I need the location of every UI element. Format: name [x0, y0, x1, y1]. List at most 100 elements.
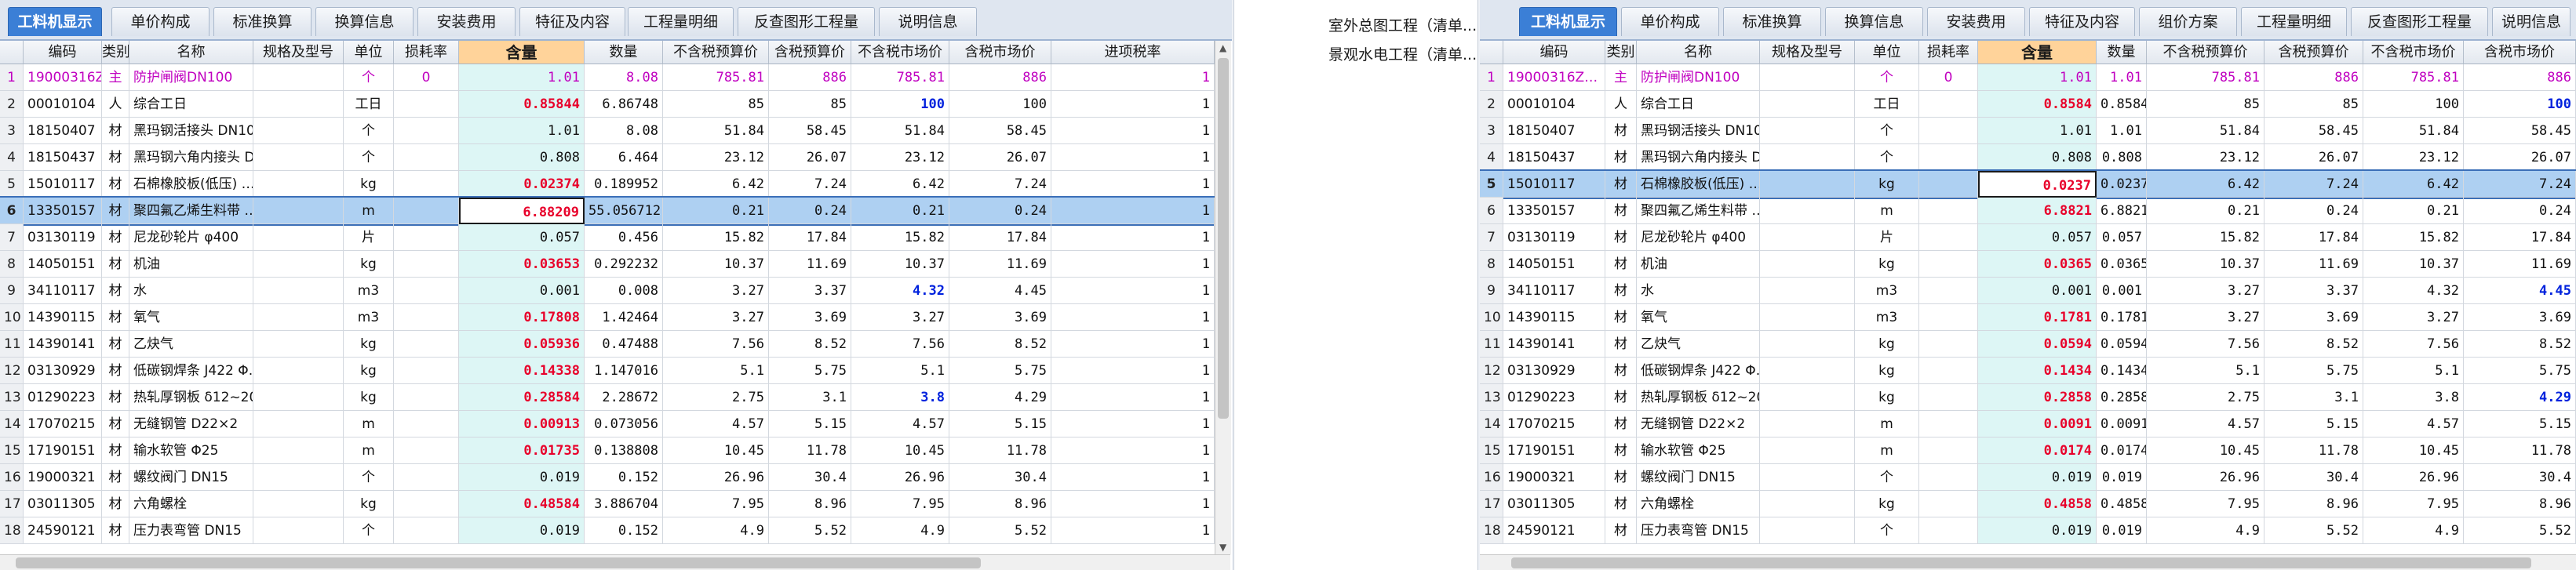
unit-cell[interactable]: 个	[344, 118, 394, 144]
unit-cell[interactable]: m	[1855, 411, 1919, 437]
market-price-incl-tax-cell[interactable]: 26.07	[2464, 144, 2576, 171]
name-cell[interactable]: 输水软管 Φ25	[1637, 437, 1760, 464]
input-tax-rate-cell[interactable]: 1	[1051, 251, 1215, 278]
content-cell[interactable]: 0.001	[1978, 278, 2097, 304]
spec-cell[interactable]	[253, 278, 344, 304]
loss-rate-cell[interactable]	[394, 144, 459, 171]
unit-cell[interactable]: 片	[344, 224, 394, 251]
loss-rate-cell[interactable]	[394, 358, 459, 384]
left-col-header-1[interactable]: 编码	[24, 41, 102, 64]
input-tax-rate-cell[interactable]: 1	[1051, 464, 1215, 491]
budget-price-excl-tax-cell[interactable]: 785.81	[663, 64, 769, 91]
unit-cell[interactable]: m	[344, 437, 394, 464]
left-col-header-6[interactable]: 损耗率	[394, 41, 459, 64]
loss-rate-cell[interactable]	[394, 384, 459, 411]
quantity-cell[interactable]: 0.073056	[585, 411, 663, 437]
quantity-cell[interactable]: 0.456	[585, 224, 663, 251]
left-horizontal-scroll-thumb[interactable]	[16, 557, 981, 568]
left-col-header-13[interactable]: 进项税率	[1051, 41, 1215, 64]
content-cell[interactable]: 0.0365	[1978, 251, 2097, 278]
budget-price-excl-tax-cell[interactable]: 26.96	[2147, 464, 2264, 491]
market-price-excl-tax-cell[interactable]: 3.27	[851, 304, 949, 331]
type-cell[interactable]: 材	[102, 198, 129, 224]
loss-rate-cell[interactable]	[1919, 118, 1978, 144]
table-row[interactable]: 5 15010117 材石棉橡胶板(低压) … kg 0.02374 0.189952 6.…	[0, 171, 1215, 198]
quantity-cell[interactable]: 0.0365	[2097, 251, 2147, 278]
loss-rate-cell[interactable]	[394, 171, 459, 198]
market-price-excl-tax-cell[interactable]: 23.12	[851, 144, 949, 171]
row-number[interactable]: 10	[1480, 304, 1503, 331]
content-cell[interactable]: 0.019	[459, 517, 585, 544]
row-number[interactable]: 7	[0, 224, 24, 251]
name-cell[interactable]: 乙炔气	[1637, 331, 1760, 358]
content-cell[interactable]: 0.1781	[1978, 304, 2097, 331]
table-row[interactable]: 15 17190151 材输水软管 Φ25 m 0.0174 0.0174 10.45 11.…	[1480, 437, 2576, 464]
content-cell[interactable]: 0.8584	[1978, 91, 2097, 118]
table-row[interactable]: 6 13350157 材聚四氟乙烯生料带 … m 6.88209 55.056712 0.2…	[0, 196, 1216, 226]
spec-cell[interactable]	[1760, 171, 1855, 198]
budget-price-excl-tax-cell[interactable]: 785.81	[2147, 64, 2264, 91]
budget-price-excl-tax-cell[interactable]: 4.9	[663, 517, 769, 544]
content-cell[interactable]: 0.057	[459, 224, 585, 251]
budget-price-incl-tax-cell[interactable]: 17.84	[769, 224, 851, 251]
quantity-cell[interactable]: 6.8821	[2097, 198, 2147, 224]
budget-price-excl-tax-cell[interactable]: 15.82	[663, 224, 769, 251]
type-cell[interactable]: 材	[102, 118, 129, 144]
content-cell[interactable]: 0.001	[459, 278, 585, 304]
spec-cell[interactable]	[253, 358, 344, 384]
right-col-header-10[interactable]: 含税预算价	[2264, 41, 2363, 64]
type-cell[interactable]: 材	[1605, 437, 1637, 464]
content-cell[interactable]: 6.88209	[459, 198, 585, 224]
row-number[interactable]: 5	[1480, 171, 1503, 198]
code-cell[interactable]: 18150407	[24, 118, 102, 144]
table-row[interactable]: 15 17190151 材输水软管 Φ25 m 0.01735 0.138808 10.45…	[0, 437, 1215, 464]
unit-cell[interactable]: kg	[1855, 331, 1919, 358]
quantity-cell[interactable]: 0.0237	[2097, 171, 2147, 198]
row-number[interactable]: 15	[1480, 437, 1503, 464]
left-col-header-12[interactable]: 含税市场价	[949, 41, 1051, 64]
name-cell[interactable]: 低碳钢焊条 J422 Φ…	[129, 358, 253, 384]
table-row[interactable]: 1 19000316Z… 主防护闸阀DN100 个 0 1.01 1.01 785.81 886…	[1480, 64, 2576, 91]
market-price-incl-tax-cell[interactable]: 8.96	[949, 491, 1051, 517]
loss-rate-cell[interactable]: 0	[394, 64, 459, 91]
name-cell[interactable]: 黑玛钢活接头 DN100	[129, 118, 253, 144]
name-cell[interactable]: 黑玛钢六角内接头 D…	[1637, 144, 1760, 171]
loss-rate-cell[interactable]	[394, 224, 459, 251]
input-tax-rate-cell[interactable]: 1	[1051, 91, 1215, 118]
budget-price-incl-tax-cell[interactable]: 17.84	[2264, 224, 2363, 251]
right-horizontal-scroll-thumb[interactable]	[1511, 557, 2531, 568]
budget-price-excl-tax-cell[interactable]: 10.45	[663, 437, 769, 464]
row-number[interactable]: 16	[1480, 464, 1503, 491]
budget-price-excl-tax-cell[interactable]: 7.95	[2147, 491, 2264, 517]
market-price-incl-tax-cell[interactable]: 11.78	[2464, 437, 2576, 464]
spec-cell[interactable]	[253, 118, 344, 144]
budget-price-excl-tax-cell[interactable]: 23.12	[663, 144, 769, 171]
content-cell[interactable]: 1.01	[1978, 64, 2097, 91]
input-tax-rate-cell[interactable]: 1	[1051, 304, 1215, 331]
type-cell[interactable]: 材	[102, 304, 129, 331]
market-price-excl-tax-cell[interactable]: 3.8	[2363, 384, 2464, 411]
content-cell[interactable]: 0.28584	[459, 384, 585, 411]
right-tab-7[interactable]: 组价方案	[2139, 7, 2237, 36]
code-cell[interactable]: 03130929	[1503, 358, 1605, 384]
budget-price-incl-tax-cell[interactable]: 886	[769, 64, 851, 91]
table-row[interactable]: 14 17070215 材无缝钢管 D22×2 m 0.00913 0.073056 4.5…	[0, 411, 1215, 437]
loss-rate-cell[interactable]	[394, 411, 459, 437]
budget-price-incl-tax-cell[interactable]: 0.24	[2264, 198, 2363, 224]
row-number[interactable]: 8	[0, 251, 24, 278]
row-number[interactable]: 14	[1480, 411, 1503, 437]
spec-cell[interactable]	[253, 464, 344, 491]
type-cell[interactable]: 材	[1605, 331, 1637, 358]
row-number[interactable]: 16	[0, 464, 24, 491]
quantity-cell[interactable]: 2.28672	[585, 384, 663, 411]
table-row[interactable]: 12 03130929 材低碳钢焊条 J422 Φ… kg 0.14338 1.14701…	[0, 358, 1215, 384]
unit-cell[interactable]: m	[344, 411, 394, 437]
right-tab-5[interactable]: 安装费用	[1927, 7, 2025, 36]
market-price-incl-tax-cell[interactable]: 100	[949, 91, 1051, 118]
loss-rate-cell[interactable]	[1919, 331, 1978, 358]
type-cell[interactable]: 材	[102, 171, 129, 198]
input-tax-rate-cell[interactable]: 1	[1051, 384, 1215, 411]
market-price-incl-tax-cell[interactable]: 3.69	[949, 304, 1051, 331]
budget-price-incl-tax-cell[interactable]: 0.24	[769, 198, 851, 224]
type-cell[interactable]: 材	[1605, 384, 1637, 411]
